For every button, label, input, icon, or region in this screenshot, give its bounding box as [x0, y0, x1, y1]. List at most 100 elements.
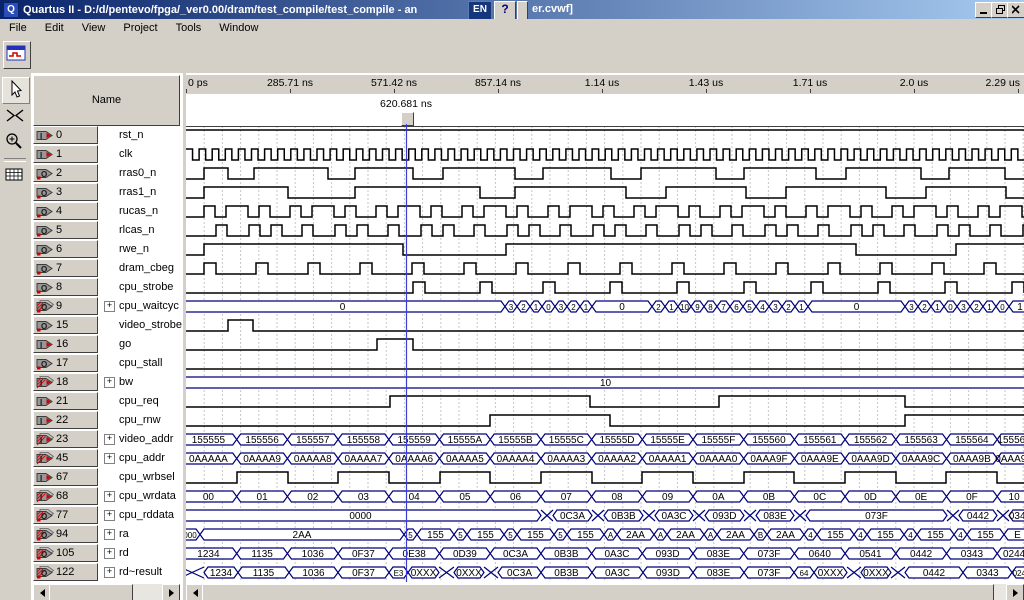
name-header-cell[interactable]: Name — [33, 75, 180, 126]
signal-row[interactable]: O122+rd~result — [31, 563, 182, 582]
signal-row[interactable]: O105+rd — [31, 544, 182, 563]
cursor-handle[interactable] — [401, 112, 414, 126]
signal-row[interactable]: I67cpu_wrbsel — [31, 468, 182, 487]
signal-cell[interactable]: O17 — [33, 354, 98, 372]
signal-row[interactable]: I21cpu_req — [31, 392, 182, 411]
input-pin-icon: I — [36, 129, 54, 142]
signal-cell[interactable]: I68 — [33, 487, 98, 505]
signal-cell[interactable]: O7 — [33, 259, 98, 277]
expand-button[interactable]: + — [104, 377, 115, 388]
signal-row[interactable]: I0rst_n — [31, 126, 182, 145]
grid-tool-button[interactable] — [2, 163, 28, 188]
expand-button[interactable]: + — [104, 529, 115, 540]
waveform-area[interactable]: 0321032102110987654321032103210110155555… — [186, 126, 1024, 582]
svg-text:0C3A: 0C3A — [560, 511, 585, 522]
close-button[interactable] — [1007, 2, 1024, 18]
expand-button[interactable]: + — [104, 567, 115, 578]
select-tool-button[interactable] — [2, 77, 30, 104]
signal-name: rwe_n — [119, 243, 149, 255]
menu-item-file[interactable]: File — [0, 19, 36, 37]
svg-text:01: 01 — [257, 492, 269, 503]
signal-row[interactable]: I16go — [31, 335, 182, 354]
signal-cell[interactable]: I22 — [33, 411, 98, 429]
signal-cell[interactable]: O15 — [33, 316, 98, 334]
svg-text:0B3B: 0B3B — [611, 511, 636, 522]
signal-row[interactable]: O2rras0_n — [31, 164, 182, 183]
app-icon: Q — [3, 2, 19, 18]
signal-row[interactable]: O17cpu_stall — [31, 354, 182, 373]
signal-cell[interactable]: O77 — [33, 506, 98, 524]
language-badge[interactable]: EN — [468, 1, 492, 20]
menu-item-view[interactable]: View — [73, 19, 115, 37]
tool-palette — [0, 73, 31, 600]
signal-row[interactable]: O94+ra — [31, 525, 182, 544]
name-scroll-right-button[interactable] — [162, 584, 180, 600]
signal-row[interactable]: O8cpu_strobe — [31, 278, 182, 297]
expand-button[interactable]: + — [104, 301, 115, 312]
signal-cell[interactable]: O5 — [33, 221, 98, 239]
signal-cell[interactable]: I67 — [33, 468, 98, 486]
wave-scroll-right-button[interactable] — [1006, 584, 1024, 600]
wave-hscrollbar[interactable] — [186, 584, 1024, 600]
menu-item-window[interactable]: Window — [210, 19, 267, 37]
language-bar-options-icon[interactable] — [517, 1, 528, 20]
help-button[interactable]: ? — [494, 1, 516, 20]
signal-cell[interactable]: I1 — [33, 145, 98, 163]
signal-cell[interactable]: O122 — [33, 563, 98, 581]
signal-row[interactable]: O77+cpu_rddata — [31, 506, 182, 525]
menu-item-project[interactable]: Project — [114, 19, 166, 37]
name-hscrollbar[interactable] — [33, 584, 180, 600]
expand-button[interactable]: + — [104, 434, 115, 445]
signal-row[interactable]: O6 rwe_n — [31, 240, 182, 259]
signal-cell[interactable]: O2 — [33, 164, 98, 182]
expand-button[interactable]: + — [104, 510, 115, 521]
svg-text:0: 0 — [948, 303, 953, 312]
signal-cell[interactable]: O9 — [33, 297, 98, 315]
signal-cell[interactable]: O3 — [33, 183, 98, 201]
expand-button[interactable]: + — [104, 548, 115, 559]
svg-text:155: 155 — [477, 530, 494, 541]
signal-cell[interactable]: O6 — [33, 240, 98, 258]
svg-text:2: 2 — [521, 303, 526, 312]
signal-cell[interactable]: O4 — [33, 202, 98, 220]
signal-row[interactable]: I1clk — [31, 145, 182, 164]
signal-row[interactable]: I22cpu_rnw — [31, 411, 182, 430]
signal-cell[interactable]: I18 — [33, 373, 98, 391]
signal-row[interactable]: I68+cpu_wrdata — [31, 487, 182, 506]
signal-row[interactable]: O4rucas_n — [31, 202, 182, 221]
signal-cell[interactable]: O8 — [33, 278, 98, 296]
signal-number: 5 — [56, 224, 62, 236]
name-scroll-thumb[interactable] — [49, 584, 133, 600]
signal-cell[interactable]: I16 — [33, 335, 98, 353]
signal-row[interactable]: I18+bw — [31, 373, 182, 392]
svg-text:155: 155 — [527, 530, 544, 541]
signal-row[interactable]: I23+video_addr — [31, 430, 182, 449]
signal-row[interactable]: I45+cpu_addr — [31, 449, 182, 468]
waveform-editor-button[interactable] — [3, 41, 31, 69]
signal-cell[interactable]: O94 — [33, 525, 98, 543]
menu-item-tools[interactable]: Tools — [167, 19, 211, 37]
svg-text:0640: 0640 — [809, 549, 832, 560]
cursor-strip[interactable]: 620.681 ns — [186, 94, 1024, 126]
timebar-tool-button[interactable] — [2, 104, 28, 129]
signal-cell[interactable]: I0 — [33, 126, 98, 144]
svg-text:155: 155 — [977, 530, 994, 541]
signal-cell[interactable]: I21 — [33, 392, 98, 410]
zoom-tool-button[interactable] — [2, 130, 28, 155]
output-pin-icon: O — [36, 281, 54, 294]
menu-item-edit[interactable]: Edit — [36, 19, 73, 37]
signal-cell[interactable]: I45 — [33, 449, 98, 467]
signal-row[interactable]: O9+cpu_waitcyc — [31, 297, 182, 316]
signal-row[interactable]: O5rlcas_n — [31, 221, 182, 240]
expand-button[interactable]: + — [104, 453, 115, 464]
signal-row[interactable]: O15video_strobe — [31, 316, 182, 335]
signal-row[interactable]: O3rras1_n — [31, 183, 182, 202]
left-arrow-icon — [40, 589, 45, 597]
signal-row[interactable]: O7dram_cbeg — [31, 259, 182, 278]
expand-button[interactable]: + — [104, 491, 115, 502]
signal-cell[interactable]: I23 — [33, 430, 98, 448]
waveform-svg[interactable]: 0321032102110987654321032103210110155555… — [186, 126, 1024, 582]
wave-scroll-thumb[interactable] — [202, 584, 994, 600]
signal-cell[interactable]: O105 — [33, 544, 98, 562]
timeline-ruler[interactable]: 0 ps285.71 ns571.42 ns857.14 ns1.14 us1.… — [186, 75, 1024, 95]
